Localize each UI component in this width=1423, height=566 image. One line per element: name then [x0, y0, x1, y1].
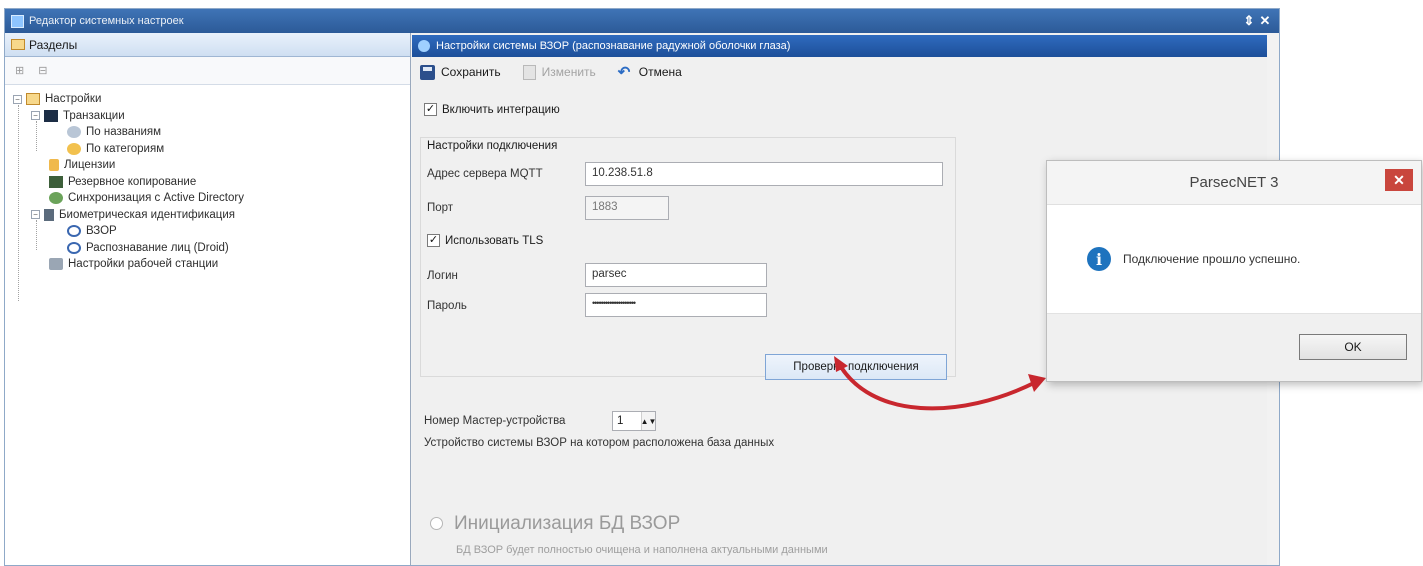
- master-device-stepper[interactable]: 1 ▲▼: [612, 411, 656, 431]
- gear-icon: [67, 126, 81, 139]
- settings-tree: − Настройки − Транзакции По названиям По…: [5, 85, 410, 301]
- person-icon: [44, 208, 54, 221]
- sections-panel: Разделы ⊞ ⊟ − Настройки − Транзакции По …: [5, 33, 411, 565]
- cancel-label: Отмена: [638, 65, 682, 79]
- tree-item-by-name[interactable]: По названиям: [13, 124, 410, 141]
- tree-item-ad-sync[interactable]: Синхронизация с Active Directory: [13, 190, 410, 207]
- collapse-icon[interactable]: −: [13, 94, 22, 104]
- tree-toolbar: ⊞ ⊟: [5, 57, 410, 85]
- section-header: Настройки системы ВЗОР (распознавание ра…: [412, 35, 1267, 57]
- device-description: Устройство системы ВЗОР на котором распо…: [424, 437, 775, 449]
- monitor-icon: [44, 109, 58, 122]
- master-device-label: Номер Мастер-устройства: [424, 415, 566, 427]
- tree-item-label: Настройки рабочей станции: [68, 258, 219, 271]
- password-label: Пароль: [427, 300, 467, 312]
- tree-item-label: Настройки: [45, 93, 102, 106]
- info-icon: i: [1087, 247, 1111, 271]
- server-address-input[interactable]: 10.238.51.8: [585, 162, 943, 186]
- pin-icon[interactable]: ⇕: [1241, 13, 1257, 29]
- enable-integration-label: Включить интеграцию: [442, 103, 560, 116]
- app-icon: [11, 14, 24, 28]
- tree-item-label: Лицензии: [64, 159, 116, 172]
- test-connection-button[interactable]: Проверка подключения: [765, 354, 947, 380]
- tree-item-biometric[interactable]: − Биометрическая идентификация: [13, 207, 410, 224]
- dialog-footer: OK: [1047, 313, 1421, 381]
- undo-icon: ↶: [617, 63, 631, 81]
- init-db-description: БД ВЗОР будет полностью очищена и наполн…: [456, 544, 828, 556]
- window-title: Редактор системных настроек: [29, 15, 184, 27]
- dialog-message: Подключение прошло успешно.: [1123, 252, 1301, 266]
- settings-folder-icon: [26, 93, 40, 106]
- section-icon: [418, 40, 430, 52]
- checkbox-box[interactable]: ✓: [427, 234, 440, 247]
- tree-item-label: Распознавание лиц (Droid): [86, 241, 229, 254]
- collapse-icon[interactable]: −: [31, 111, 40, 121]
- collapse-icon[interactable]: −: [31, 210, 40, 220]
- login-label: Логин: [427, 270, 458, 282]
- tree-item-backup[interactable]: Резервное копирование: [13, 174, 410, 191]
- use-tls-checkbox[interactable]: ✓ Использовать TLS: [427, 234, 543, 247]
- tree-item-licenses[interactable]: Лицензии: [13, 157, 410, 174]
- edit-icon: [522, 64, 536, 80]
- dialog-title-bar: ParsecNET 3 ✕: [1047, 161, 1421, 205]
- connection-group-title: Настройки подключения: [425, 140, 560, 152]
- tree-item-transactions[interactable]: − Транзакции: [13, 108, 410, 125]
- master-device-value: 1: [617, 415, 624, 427]
- dialog-close-button[interactable]: ✕: [1385, 169, 1413, 191]
- edit-button[interactable]: Изменить: [522, 64, 596, 80]
- server-label: Адрес сервера MQTT: [427, 168, 543, 180]
- save-icon: [420, 64, 435, 80]
- expand-all-icon[interactable]: ⊞: [15, 64, 24, 77]
- init-db-title: Инициализация БД ВЗОР: [454, 513, 681, 534]
- port-input[interactable]: 1883: [585, 196, 669, 220]
- tree-item-face-recognition[interactable]: Распознавание лиц (Droid): [13, 240, 410, 257]
- tree-item-settings[interactable]: − Настройки: [13, 91, 410, 108]
- tree-item-label: Резервное копирование: [68, 175, 197, 188]
- dialog-title: ParsecNET 3: [1189, 174, 1279, 191]
- backup-icon: [49, 175, 63, 188]
- port-label: Порт: [427, 202, 454, 214]
- sections-title: Разделы: [29, 37, 78, 52]
- folder-icon: [11, 39, 25, 50]
- save-label: Сохранить: [441, 65, 501, 79]
- collapse-all-icon[interactable]: ⊟: [38, 64, 47, 77]
- sync-icon: [49, 192, 63, 205]
- login-input[interactable]: parsec: [585, 263, 767, 287]
- window-title-bar: Редактор системных настроек ⇕ ✕: [5, 9, 1279, 33]
- face-icon: [67, 241, 81, 254]
- cancel-button[interactable]: ↶ Отмена: [618, 65, 682, 80]
- init-db-radio[interactable]: [430, 517, 443, 530]
- ok-button[interactable]: OK: [1299, 334, 1407, 360]
- dialog-body: i Подключение прошло успешно.: [1047, 205, 1421, 313]
- action-toolbar: Сохранить Изменить ↶ Отмена: [412, 57, 1267, 87]
- tree-item-label: ВЗОР: [86, 225, 117, 238]
- save-button[interactable]: Сохранить: [420, 64, 501, 80]
- use-tls-label: Использовать TLS: [445, 234, 544, 247]
- workstation-icon: [49, 258, 63, 271]
- message-dialog: ParsecNET 3 ✕ i Подключение прошло успеш…: [1046, 160, 1422, 382]
- password-input[interactable]: ••••••••••••••••••••: [585, 293, 767, 317]
- license-icon: [49, 159, 59, 172]
- section-title: Настройки системы ВЗОР (распознавание ра…: [436, 40, 791, 52]
- tree-item-vzor[interactable]: ВЗОР: [13, 223, 410, 240]
- sections-header: Разделы: [5, 33, 410, 57]
- tree-item-by-category[interactable]: По категориям: [13, 141, 410, 158]
- tree-item-label: Синхронизация с Active Directory: [68, 192, 244, 205]
- connection-settings-group: Настройки подключения Адрес сервера MQTT…: [420, 137, 956, 380]
- tree-item-label: Биометрическая идентификация: [59, 208, 235, 221]
- enable-integration-checkbox[interactable]: ✓ Включить интеграцию: [424, 103, 560, 116]
- tree-item-workstation[interactable]: Настройки рабочей станции: [13, 256, 410, 273]
- tree-item-label: По категориям: [86, 142, 165, 155]
- tree-item-label: Транзакции: [63, 109, 125, 122]
- eye-icon: [67, 225, 81, 238]
- edit-label: Изменить: [541, 65, 596, 79]
- spin-arrows-icon[interactable]: ▲▼: [641, 412, 656, 430]
- checkbox-box[interactable]: ✓: [424, 103, 437, 116]
- category-icon: [67, 142, 81, 155]
- close-icon[interactable]: ✕: [1257, 13, 1273, 29]
- tree-item-label: По названиям: [86, 126, 162, 139]
